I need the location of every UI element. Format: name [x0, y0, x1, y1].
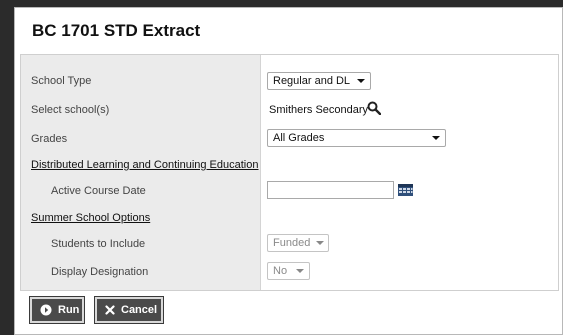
- display-designation-value: No: [273, 265, 288, 277]
- grades-label: Grades: [31, 133, 68, 145]
- school-type-label: School Type: [31, 75, 92, 87]
- dl-section-link[interactable]: Distributed Learning and Continuing Educ…: [31, 159, 259, 171]
- run-button[interactable]: Run: [29, 296, 85, 324]
- chevron-down-icon: [296, 269, 304, 273]
- school-type-value: Regular and DL: [273, 75, 351, 87]
- students-to-include-label: Students to Include: [51, 238, 146, 250]
- students-to-include-select[interactable]: Funded: [267, 234, 329, 252]
- cancel-button[interactable]: Cancel: [94, 296, 164, 324]
- label-column: School Type Select school(s) Grades Dist…: [21, 55, 261, 290]
- display-designation-label: Display Designation: [51, 266, 149, 278]
- extract-dialog: BC 1701 STD Extract School Type Select s…: [14, 7, 563, 335]
- chevron-down-icon: [432, 136, 440, 140]
- extract-form: School Type Select school(s) Grades Dist…: [20, 54, 559, 291]
- display-designation-select[interactable]: No: [267, 262, 310, 280]
- search-icon[interactable]: [367, 101, 381, 115]
- selected-school-value: Smithers Secondary: [269, 104, 369, 116]
- active-course-date-label: Active Course Date: [51, 185, 146, 197]
- close-icon: [105, 305, 115, 315]
- school-type-select[interactable]: Regular and DL: [267, 72, 371, 90]
- calendar-icon[interactable]: [398, 184, 413, 196]
- play-circle-icon: [40, 304, 52, 316]
- run-label: Run: [58, 304, 80, 316]
- chevron-down-icon: [357, 79, 365, 83]
- dialog-title: BC 1701 STD Extract: [32, 21, 201, 40]
- select-school-label: Select school(s): [31, 104, 110, 116]
- chevron-down-icon: [316, 241, 325, 245]
- grades-value: All Grades: [273, 132, 325, 144]
- cancel-label: Cancel: [121, 304, 158, 316]
- grades-select[interactable]: All Grades: [267, 129, 446, 147]
- summer-section-link[interactable]: Summer School Options: [31, 212, 150, 224]
- students-to-include-value: Funded: [273, 237, 311, 249]
- active-course-date-input[interactable]: [267, 181, 394, 199]
